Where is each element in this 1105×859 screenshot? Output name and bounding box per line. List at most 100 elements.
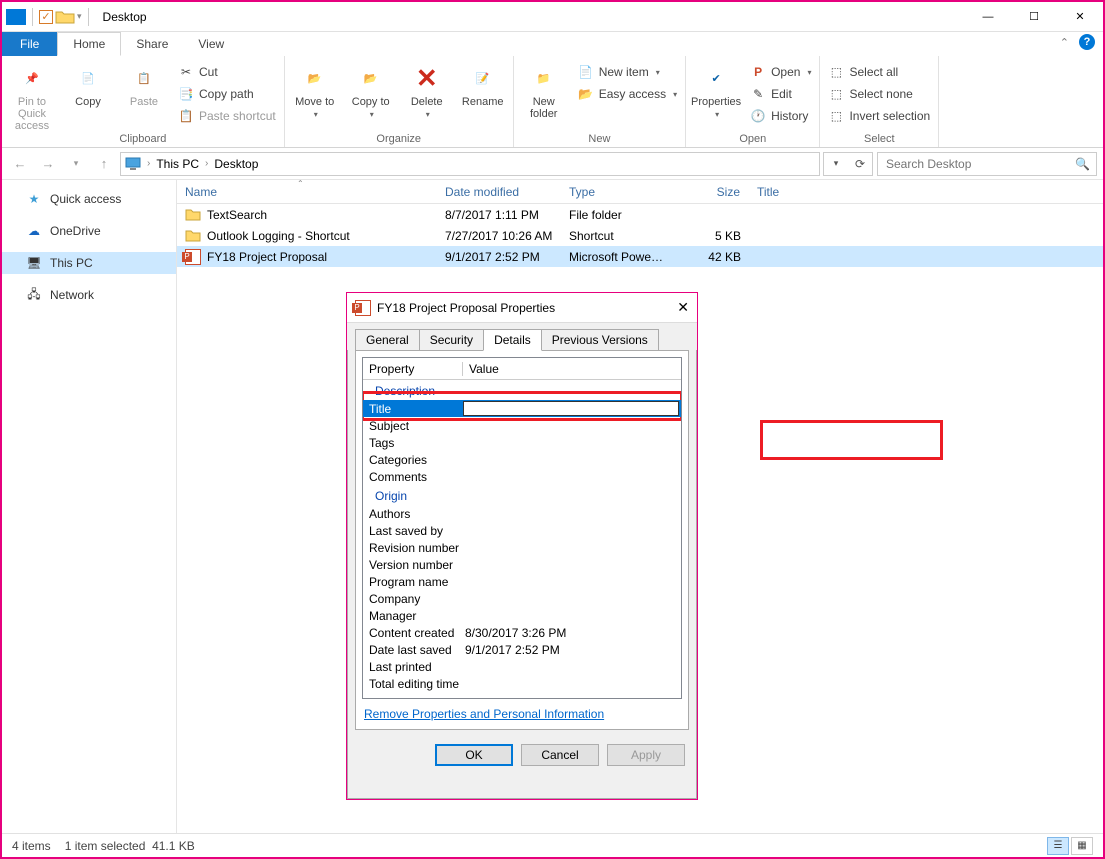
group-new-label: New — [520, 133, 679, 147]
thumb-view-button[interactable]: ▦ — [1071, 837, 1093, 855]
nav-network[interactable]: 🖧Network — [2, 284, 176, 306]
property-row[interactable]: Date last saved9/1/2017 2:52 PM — [363, 641, 681, 658]
property-grid[interactable]: Property Value Description TitleSubjectT… — [362, 357, 682, 699]
property-row[interactable]: Total editing time — [363, 675, 681, 692]
breadcrumb-leaf[interactable]: Desktop — [214, 157, 258, 171]
ok-button[interactable]: OK — [435, 744, 513, 766]
qat-properties-icon[interactable]: ✓ — [39, 10, 53, 24]
pg-header-value[interactable]: Value — [463, 362, 681, 376]
file-type: Shortcut — [561, 229, 673, 243]
breadcrumb-root[interactable]: This PC — [156, 157, 199, 171]
tab-details[interactable]: Details — [483, 329, 542, 351]
maximize-button[interactable]: ☐ — [1011, 2, 1057, 32]
tab-share[interactable]: Share — [121, 32, 183, 56]
property-value[interactable] — [463, 401, 679, 416]
property-row[interactable]: Company — [363, 590, 681, 607]
property-row[interactable]: Last saved by — [363, 522, 681, 539]
address-bar[interactable]: › This PC › Desktop — [120, 152, 820, 176]
minimize-button[interactable]: ― — [965, 2, 1011, 32]
pin-quickaccess-button[interactable]: 📌Pin to Quick access — [8, 58, 56, 132]
property-row[interactable]: Last printed — [363, 658, 681, 675]
property-row[interactable]: Manager — [363, 607, 681, 624]
rename-button[interactable]: 📝Rename — [459, 58, 507, 108]
file-row[interactable]: TextSearch8/7/2017 1:11 PMFile folder — [177, 204, 1103, 225]
properties-button[interactable]: ✔Properties — [692, 58, 740, 119]
history-button[interactable]: 🕐History — [748, 106, 813, 126]
selectall-button[interactable]: ⬚Select all — [826, 62, 932, 82]
property-row[interactable]: Authors — [363, 505, 681, 522]
addr-dropdown-icon[interactable]: ▾ — [824, 153, 848, 175]
col-name[interactable]: Name — [177, 185, 437, 199]
nav-thispc[interactable]: 🖥This PC — [2, 252, 176, 274]
copy-button[interactable]: 📄Copy — [64, 58, 112, 108]
property-row[interactable]: Title — [363, 400, 681, 417]
tab-file[interactable]: File — [2, 32, 57, 56]
property-row[interactable]: Tags — [363, 434, 681, 451]
edit-button[interactable]: ✎Edit — [748, 84, 813, 104]
up-button[interactable]: ↑ — [92, 152, 116, 176]
invert-button[interactable]: ⬚Invert selection — [826, 106, 932, 126]
col-size[interactable]: Size — [673, 185, 749, 199]
properties-icon: ✔ — [700, 62, 732, 94]
property-row[interactable]: Revision number — [363, 539, 681, 556]
nav-onedrive[interactable]: ☁OneDrive — [2, 220, 176, 242]
property-row[interactable]: Categories — [363, 451, 681, 468]
help-icon[interactable]: ? — [1079, 34, 1095, 50]
cut-button[interactable]: ✂Cut — [176, 62, 278, 82]
remove-properties-link[interactable]: Remove Properties and Personal Informati… — [362, 699, 682, 723]
tab-general[interactable]: General — [355, 329, 420, 350]
search-box[interactable]: 🔍 — [877, 152, 1097, 176]
invert-icon: ⬚ — [828, 108, 844, 124]
search-input[interactable] — [884, 156, 1069, 172]
status-bar: 4 items 1 item selected 41.1 KB ☰ ▦ — [2, 833, 1103, 857]
delete-button[interactable]: ✕Delete — [403, 58, 451, 119]
col-title[interactable]: Title — [749, 185, 934, 199]
property-row[interactable]: Comments — [363, 468, 681, 485]
property-row[interactable]: Program name — [363, 573, 681, 590]
copypath-button[interactable]: 📑Copy path — [176, 84, 278, 104]
cancel-button[interactable]: Cancel — [521, 744, 599, 766]
newfolder-button[interactable]: 📁New folder — [520, 58, 568, 120]
tab-view[interactable]: View — [183, 32, 239, 56]
moveto-button[interactable]: 📂Move to — [291, 58, 339, 119]
close-button[interactable]: ✕ — [1057, 2, 1103, 32]
group-open-label: Open — [692, 133, 813, 147]
forward-button[interactable]: → — [36, 152, 60, 176]
open-button[interactable]: POpen — [748, 62, 813, 82]
collapse-ribbon-icon[interactable]: ⌃ — [1060, 36, 1069, 49]
search-icon: 🔍 — [1075, 157, 1090, 171]
file-size: 5 KB — [673, 229, 749, 243]
file-row[interactable]: FY18 Project Proposal9/1/2017 2:52 PMMic… — [177, 246, 1103, 267]
col-date[interactable]: Date modified — [437, 185, 561, 199]
paste-button[interactable]: 📋Paste — [120, 58, 168, 108]
copyto-button[interactable]: 📂Copy to — [347, 58, 395, 119]
file-row[interactable]: Outlook Logging - Shortcut7/27/2017 10:2… — [177, 225, 1103, 246]
dialog-close-button[interactable]: ✕ — [677, 299, 689, 316]
back-button[interactable]: ← — [8, 152, 32, 176]
property-row[interactable]: Subject — [363, 417, 681, 434]
property-name: Subject — [363, 419, 463, 433]
selectnone-button[interactable]: ⬚Select none — [826, 84, 932, 104]
nav-quickaccess[interactable]: ★Quick access — [2, 188, 176, 210]
details-view-button[interactable]: ☰ — [1047, 837, 1069, 855]
property-value[interactable]: 8/30/2017 3:26 PM — [463, 626, 681, 640]
col-type[interactable]: Type — [561, 185, 673, 199]
tab-home[interactable]: Home — [57, 32, 121, 56]
qat-newfolder-icon[interactable] — [55, 9, 75, 25]
qat-dropdown-icon[interactable]: ▾ — [77, 11, 82, 22]
newitem-button[interactable]: 📄New item — [576, 62, 679, 82]
tab-security[interactable]: Security — [419, 329, 484, 350]
property-row[interactable]: Content created8/30/2017 3:26 PM — [363, 624, 681, 641]
rename-icon: 📝 — [467, 62, 499, 94]
tab-previous[interactable]: Previous Versions — [541, 329, 659, 350]
recent-dropdown[interactable]: ▾ — [64, 152, 88, 176]
property-row[interactable]: Version number — [363, 556, 681, 573]
apply-button[interactable]: Apply — [607, 744, 685, 766]
refresh-button[interactable]: ⟳ — [848, 153, 872, 175]
property-value[interactable]: 9/1/2017 2:52 PM — [463, 643, 681, 657]
pg-header-property[interactable]: Property — [363, 362, 463, 376]
pasteshortcut-button[interactable]: 📋Paste shortcut — [176, 106, 278, 126]
file-type: File folder — [561, 208, 673, 222]
easyaccess-button[interactable]: 📂Easy access — [576, 84, 679, 104]
copypath-icon: 📑 — [178, 86, 194, 102]
